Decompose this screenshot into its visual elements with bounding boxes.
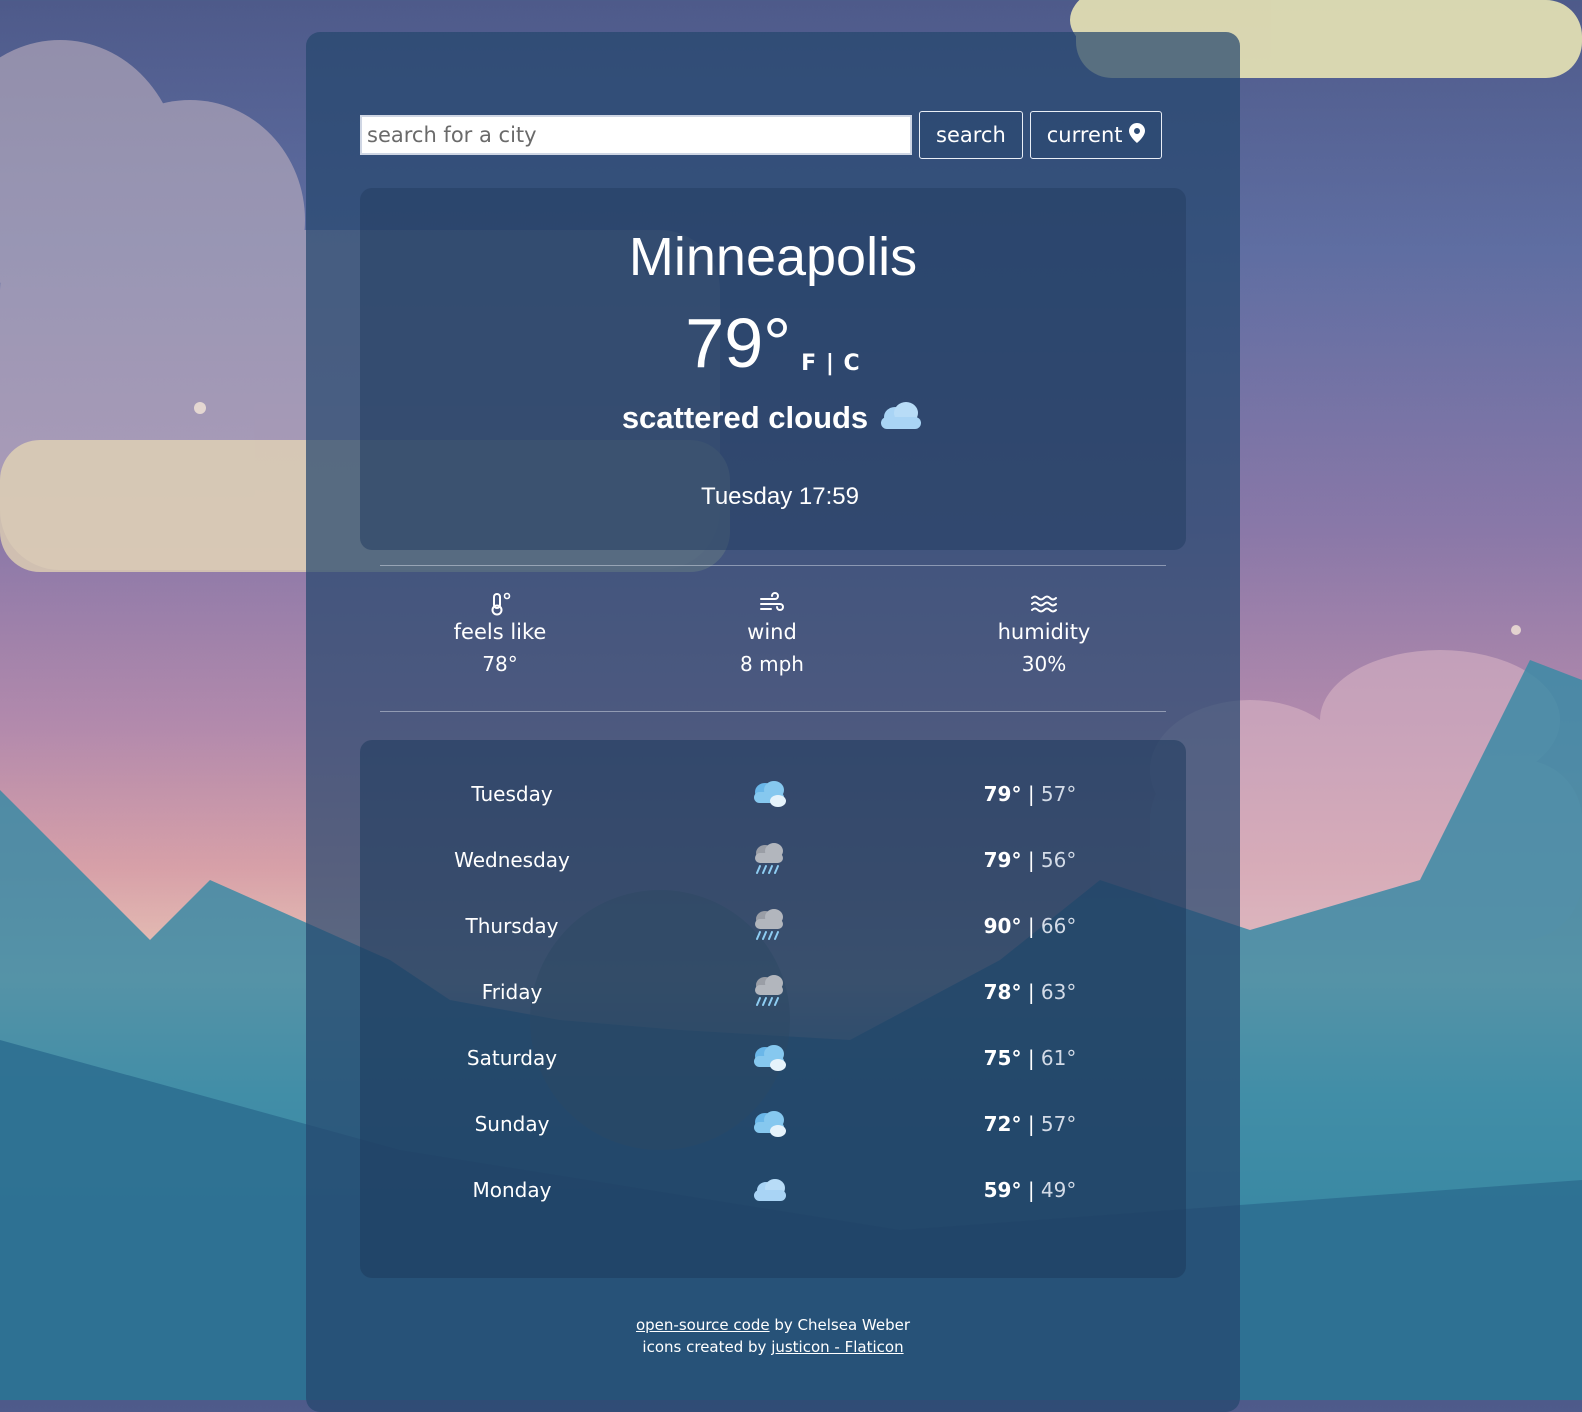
forecast-low: 56°	[1040, 848, 1077, 872]
unit-toggle[interactable]: F | C	[801, 351, 861, 376]
flaticon-link[interactable]: justicon - Flaticon	[771, 1338, 903, 1356]
current-datetime: Tuesday 17:59	[701, 483, 859, 510]
forecast-temps: 79° | 57°	[983, 782, 1077, 806]
cloud-icon	[878, 401, 924, 435]
forecast-low: 57°	[1040, 782, 1077, 806]
forecast-day: Friday	[481, 980, 543, 1004]
forecast-row: Monday 59° | 49°	[360, 1170, 1186, 1210]
current-button-label: current	[1046, 123, 1123, 147]
forecast-row: Tuesday 79° | 57°	[360, 774, 1186, 814]
current-temperature: 79°	[685, 304, 792, 382]
forecast-day: Wednesday	[454, 848, 570, 872]
forecast-low: 63°	[1040, 980, 1077, 1004]
wind-icon	[672, 590, 872, 618]
footer-icons-text: icons created by	[642, 1338, 772, 1356]
forecast-temps: 90° | 66°	[983, 914, 1077, 938]
forecast-high: 79°	[983, 848, 1022, 872]
source-code-link[interactable]: open-source code	[636, 1316, 770, 1334]
cloudy-icon	[750, 1038, 790, 1078]
current-weather-card: Minneapolis 79° F | C scattered clouds T…	[360, 188, 1186, 550]
forecast-low: 49°	[1040, 1178, 1077, 1202]
forecast-temps: 59° | 49°	[983, 1178, 1077, 1202]
stat-feels-like: feels like 78°	[400, 590, 600, 676]
cloudy-icon	[750, 774, 790, 814]
forecast-temps: 79° | 56°	[983, 848, 1077, 872]
forecast-day: Tuesday	[471, 782, 553, 806]
forecast-row: Thursday 90° | 66°	[360, 906, 1186, 946]
stat-value: 78°	[482, 652, 518, 676]
footer-author: by Chelsea Weber	[769, 1316, 911, 1334]
city-name: Minneapolis	[628, 227, 918, 287]
stat-wind: wind 8 mph	[672, 590, 872, 676]
stat-humidity: humidity 30%	[944, 590, 1144, 676]
stat-label: humidity	[997, 620, 1091, 644]
search-input[interactable]	[360, 115, 912, 155]
stat-label: wind	[747, 620, 797, 644]
rain-icon	[750, 840, 790, 880]
weather-stats: feels like 78° wind 8 mph humidity 30%	[360, 590, 1186, 700]
forecast-row: Friday 78° | 63°	[360, 972, 1186, 1012]
thermometer-icon	[400, 590, 600, 618]
forecast-day: Sunday	[474, 1112, 550, 1136]
forecast-row: Saturday 75° | 61°	[360, 1038, 1186, 1078]
humidity-icon	[944, 590, 1144, 618]
forecast-low: 61°	[1040, 1046, 1077, 1070]
footer-line-1: open-source code by Chelsea Weber	[306, 1314, 1240, 1336]
footer: open-source code by Chelsea Weber icons …	[306, 1314, 1240, 1358]
divider-bottom	[380, 711, 1166, 712]
forecast-high: 72°	[983, 1112, 1022, 1136]
stat-label: feels like	[453, 620, 547, 644]
forecast-day: Thursday	[465, 914, 559, 938]
forecast-low: 66°	[1040, 914, 1077, 938]
forecast-row: Wednesday 79° | 56°	[360, 840, 1186, 880]
temperature-row: 79° F | C	[360, 308, 1186, 378]
rain-icon	[750, 906, 790, 946]
location-pin-icon	[1128, 122, 1145, 148]
search-bar: search current	[360, 111, 1162, 159]
forecast-low: 57°	[1040, 1112, 1077, 1136]
weather-panel: search current Minneapolis 79° F | C sca…	[306, 32, 1240, 1412]
forecast-row: Sunday 72° | 57°	[360, 1104, 1186, 1144]
description-row: scattered clouds	[360, 400, 1186, 436]
forecast-temps: 72° | 57°	[983, 1112, 1077, 1136]
stat-value: 30%	[1021, 652, 1067, 676]
stat-value: 8 mph	[740, 652, 804, 676]
rain-icon	[750, 972, 790, 1012]
forecast-high: 90°	[983, 914, 1022, 938]
current-location-button[interactable]: current	[1029, 111, 1162, 159]
footer-line-2: icons created by justicon - Flaticon	[306, 1336, 1240, 1358]
cloud-icon	[750, 1170, 790, 1210]
forecast-high: 79°	[983, 782, 1022, 806]
divider-top	[380, 565, 1166, 566]
weather-description: scattered clouds	[621, 400, 869, 435]
forecast-card: Tuesday 79° | 57° Wednesday 79° | 56° Th…	[360, 740, 1186, 1278]
search-button-label: search	[936, 123, 1006, 147]
forecast-day: Saturday	[466, 1046, 558, 1070]
forecast-high: 75°	[983, 1046, 1022, 1070]
cloudy-icon	[750, 1104, 790, 1144]
forecast-temps: 75° | 61°	[983, 1046, 1077, 1070]
forecast-high: 59°	[983, 1178, 1022, 1202]
forecast-temps: 78° | 63°	[983, 980, 1077, 1004]
forecast-day: Monday	[472, 1178, 552, 1202]
forecast-high: 78°	[983, 980, 1022, 1004]
search-button[interactable]: search	[919, 111, 1023, 159]
